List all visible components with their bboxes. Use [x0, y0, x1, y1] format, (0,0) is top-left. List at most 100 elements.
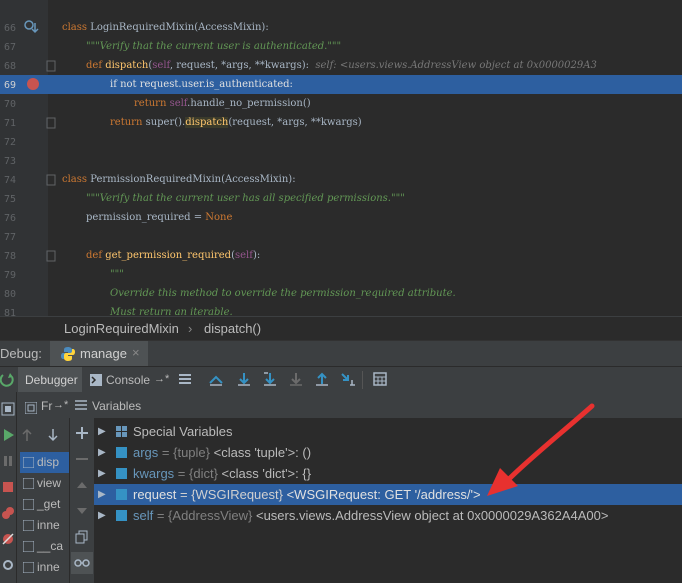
- breadcrumb-class[interactable]: LoginRequiredMixin: [64, 321, 179, 336]
- fold-icon[interactable]: [46, 117, 56, 129]
- show-execution-point-icon[interactable]: [208, 371, 224, 387]
- variables-tree: ▶ Special Variables ▶ args = {tuple} <cl…: [94, 418, 682, 583]
- expand-icon[interactable]: ▶: [98, 463, 106, 484]
- settings-icon[interactable]: [1, 558, 15, 572]
- breadcrumb-separator: ›: [188, 321, 193, 336]
- line-number: 70: [3, 99, 16, 110]
- variables-side-toolbar: [69, 418, 95, 583]
- debug-tool-window-header: Debug: manage ×: [0, 340, 682, 367]
- resume-icon[interactable]: [1, 428, 15, 442]
- console-icon: [90, 374, 102, 386]
- move-up-icon[interactable]: [75, 478, 89, 492]
- show-watches-toggle[interactable]: [71, 552, 93, 574]
- frame-label: disp: [37, 455, 60, 469]
- tab-console[interactable]: Console →*: [86, 367, 172, 393]
- breakpoint-icon[interactable]: [26, 77, 40, 91]
- fold-icon[interactable]: [46, 250, 56, 262]
- frame-label: inne: [37, 560, 60, 574]
- line-number: 69: [3, 80, 16, 91]
- step-into-icon[interactable]: [262, 371, 278, 387]
- line-number: 79: [3, 270, 16, 281]
- variable-row[interactable]: ▶ args = {tuple} <class 'tuple'>: (): [94, 442, 682, 463]
- fold-icon[interactable]: [46, 60, 56, 72]
- line-number: 75: [3, 194, 16, 205]
- variable-name: Special Variables: [133, 424, 233, 439]
- variable-row[interactable]: ▶ self = {AddressView} <users.views.Addr…: [94, 505, 682, 526]
- breadcrumb: LoginRequiredMixin › dispatch(): [0, 316, 682, 341]
- frame-icon: [23, 541, 34, 552]
- copy-icon[interactable]: [75, 530, 89, 544]
- remove-watch-icon[interactable]: [75, 452, 89, 466]
- rerun-icon[interactable]: [0, 372, 14, 388]
- variable-row[interactable]: ▶ kwargs = {dict} <class 'dict'>: {}: [94, 463, 682, 484]
- variables-header: Variables: [69, 392, 682, 418]
- code-line: """Verify that the current user is authe…: [86, 41, 342, 52]
- variables-icon: [75, 400, 87, 410]
- close-icon[interactable]: ×: [132, 345, 140, 360]
- expand-icon[interactable]: ▶: [98, 442, 106, 463]
- variable-row-selected[interactable]: ▶ request = {WSGIRequest} <WSGIRequest: …: [94, 484, 682, 505]
- expand-icon[interactable]: ▶: [98, 505, 106, 526]
- variable-type: = {dict}: [174, 466, 222, 481]
- mute-breakpoints-icon[interactable]: [1, 532, 15, 546]
- step-out-icon[interactable]: [314, 371, 330, 387]
- arrow-up-icon[interactable]: [21, 428, 33, 442]
- frame-icon: [23, 499, 34, 510]
- variables-label: Variables: [92, 399, 142, 413]
- fold-icon[interactable]: [46, 174, 56, 186]
- frames-label: Fr: [41, 399, 53, 413]
- restore-layout-icon[interactable]: →*: [154, 373, 169, 385]
- breakpoints-icon[interactable]: [1, 506, 15, 520]
- variable-value: <WSGIRequest: GET '/address/'>: [286, 487, 481, 502]
- arrow-down-icon[interactable]: [47, 428, 59, 442]
- code-line: def get_permission_required(self):: [86, 250, 261, 261]
- tab-debugger[interactable]: Debugger: [18, 367, 82, 393]
- override-icon[interactable]: [23, 19, 39, 35]
- debug-label: Debug:: [0, 346, 42, 361]
- tab-manage[interactable]: manage ×: [50, 341, 148, 367]
- frame-row[interactable]: view: [21, 473, 69, 494]
- frame-row[interactable]: disp: [21, 452, 69, 473]
- line-number: 72: [3, 137, 16, 148]
- special-variables-icon: [116, 426, 127, 437]
- frame-row[interactable]: inne: [21, 557, 69, 578]
- restore-layout-icon[interactable]: →*: [53, 399, 68, 411]
- frames-panel: Fr →* disp view _get inne __ca inne: [17, 392, 69, 583]
- field-icon: [116, 510, 127, 521]
- move-down-icon[interactable]: [75, 504, 89, 518]
- code-line: def dispatch(self, request, *args, **kwa…: [86, 60, 597, 71]
- line-number: 68: [3, 61, 16, 72]
- frame-label: _get: [37, 497, 61, 511]
- variable-name: kwargs: [133, 466, 175, 481]
- breadcrumb-method[interactable]: dispatch(): [204, 321, 261, 336]
- code-line: Override this method to override the per…: [110, 288, 456, 299]
- variable-name: self: [133, 508, 154, 523]
- frame-row[interactable]: inne: [21, 515, 69, 536]
- frame-row[interactable]: __ca: [21, 536, 69, 557]
- line-number: 73: [3, 156, 16, 167]
- frame-icon: [23, 457, 34, 468]
- stop-icon[interactable]: [1, 480, 15, 494]
- frame-row[interactable]: _get: [21, 494, 69, 515]
- add-watch-icon[interactable]: [75, 426, 89, 440]
- force-step-into-icon[interactable]: [288, 371, 304, 387]
- run-to-cursor-icon[interactable]: [340, 371, 356, 387]
- tab-console-label: Console: [106, 373, 151, 387]
- expand-icon[interactable]: ▶: [98, 421, 106, 442]
- step-over-icon[interactable]: [236, 371, 252, 387]
- line-number: 66: [3, 23, 16, 34]
- frame-label: view: [37, 476, 62, 490]
- line-number: 76: [3, 213, 16, 224]
- expand-icon[interactable]: ▶: [98, 484, 106, 505]
- pause-icon[interactable]: [1, 454, 15, 468]
- menu-lines-icon[interactable]: [177, 371, 193, 387]
- code-line-current: if not request.user.is_authenticated:: [110, 79, 293, 90]
- view-breakpoints-icon[interactable]: [1, 402, 15, 416]
- line-number: 78: [3, 251, 16, 262]
- debug-toolbar: Debugger Console →*: [0, 366, 682, 394]
- frame-label: __ca: [37, 539, 64, 553]
- code-editor[interactable]: 66 67 68 69 70 71 72 73 74 75 76 77 78 7…: [0, 0, 682, 316]
- line-number: 67: [3, 42, 16, 53]
- variable-row-special[interactable]: ▶ Special Variables: [94, 421, 682, 442]
- evaluate-expression-icon[interactable]: [372, 371, 388, 387]
